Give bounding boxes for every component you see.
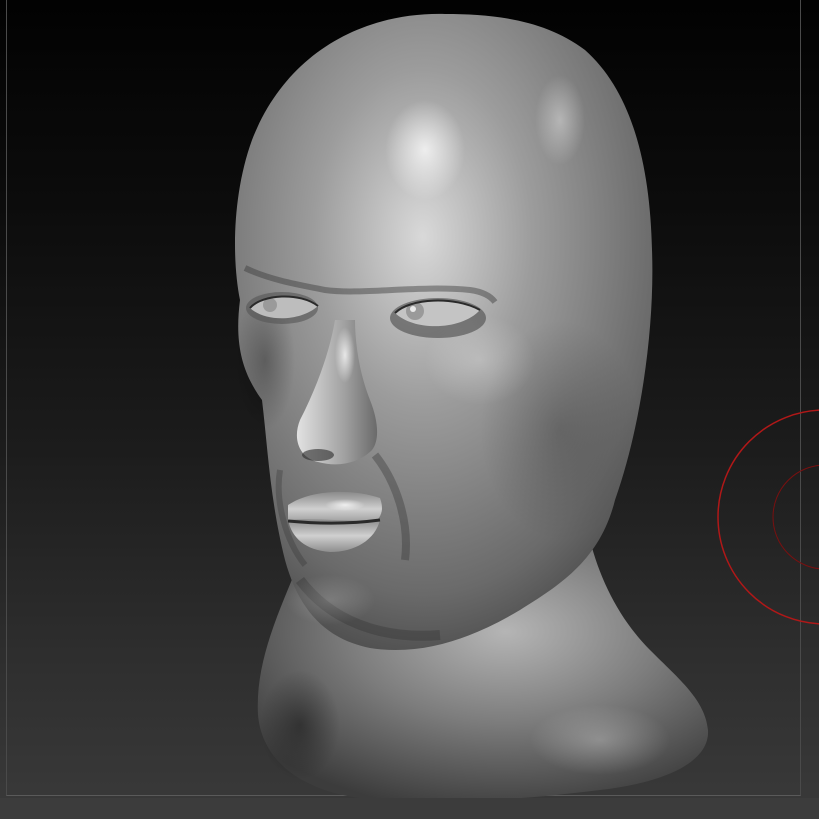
document-canvas[interactable] [0, 0, 819, 819]
canvas-bottom-edge [0, 798, 819, 819]
brush-ring-icon [717, 409, 819, 625]
